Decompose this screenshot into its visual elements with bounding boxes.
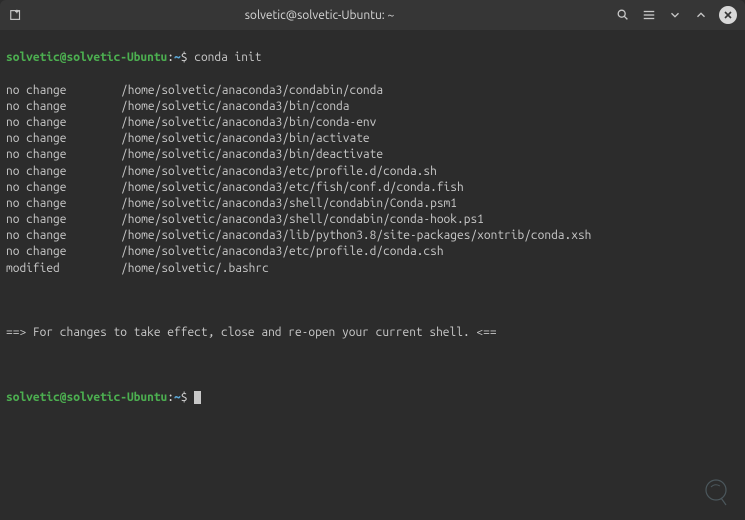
path-text: /home/solvetic/anaconda3/condabin/conda (121, 84, 383, 97)
status-text: modified (6, 261, 121, 277)
maximize-icon[interactable] (693, 7, 709, 23)
status-text: no change (6, 244, 121, 260)
menu-icon[interactable] (641, 7, 657, 23)
status-text: no change (6, 131, 121, 147)
output-line: no change/home/solvetic/anaconda3/etc/fi… (6, 180, 739, 196)
path-text: /home/solvetic/anaconda3/bin/conda (121, 100, 349, 113)
cursor (194, 391, 201, 404)
titlebar: solvetic@solvetic-Ubuntu: ~ (0, 0, 745, 30)
status-text: no change (6, 212, 121, 228)
output-line: no change/home/solvetic/anaconda3/shell/… (6, 212, 739, 228)
output-line: modified/home/solvetic/.bashrc (6, 261, 739, 277)
prompt-path: ~ (174, 391, 181, 404)
status-text: no change (6, 83, 121, 99)
path-text: /home/solvetic/anaconda3/lib/python3.8/s… (121, 229, 591, 242)
message-line: ==> For changes to take effect, close an… (6, 325, 739, 341)
blank-line (6, 358, 739, 374)
blank-line (6, 293, 739, 309)
prompt-user: solvetic@solvetic-Ubuntu (6, 391, 167, 404)
watermark-icon (701, 477, 731, 510)
output-line: no change/home/solvetic/anaconda3/bin/de… (6, 147, 739, 163)
status-text: no change (6, 164, 121, 180)
prompt-sep1: : (167, 51, 174, 64)
status-text: no change (6, 180, 121, 196)
status-text: no change (6, 147, 121, 163)
output-line: no change/home/solvetic/anaconda3/etc/pr… (6, 244, 739, 260)
path-text: /home/solvetic/anaconda3/bin/activate (121, 132, 370, 145)
status-text: no change (6, 99, 121, 115)
output-line: no change/home/solvetic/anaconda3/condab… (6, 83, 739, 99)
search-icon[interactable] (615, 7, 631, 23)
terminal-output[interactable]: solvetic@solvetic-Ubuntu:~$ conda init n… (0, 30, 745, 427)
path-text: /home/solvetic/anaconda3/bin/deactivate (121, 148, 383, 161)
prompt-path: ~ (174, 51, 181, 64)
close-icon[interactable] (719, 6, 737, 24)
minimize-icon[interactable] (667, 7, 683, 23)
status-text: no change (6, 196, 121, 212)
prompt-line: solvetic@solvetic-Ubuntu:~$ conda init (6, 50, 739, 66)
path-text: /home/solvetic/anaconda3/shell/condabin/… (121, 197, 457, 210)
path-text: /home/solvetic/anaconda3/etc/fish/conf.d… (121, 181, 464, 194)
path-text: /home/solvetic/anaconda3/etc/profile.d/c… (121, 165, 437, 178)
prompt-line-2: solvetic@solvetic-Ubuntu:~$ (6, 390, 739, 406)
window-title: solvetic@solvetic-Ubuntu: ~ (24, 9, 615, 22)
titlebar-right (615, 6, 737, 24)
output-line: no change/home/solvetic/anaconda3/lib/py… (6, 228, 739, 244)
new-tab-icon[interactable] (8, 7, 24, 23)
output-line: no change/home/solvetic/anaconda3/bin/co… (6, 99, 739, 115)
path-text: /home/solvetic/anaconda3/bin/conda-env (121, 116, 376, 129)
status-text: no change (6, 228, 121, 244)
prompt-sep2: $ (181, 51, 188, 64)
status-text: no change (6, 115, 121, 131)
output-line: no change/home/solvetic/anaconda3/shell/… (6, 196, 739, 212)
output-line: no change/home/solvetic/anaconda3/bin/ac… (6, 131, 739, 147)
titlebar-left (8, 7, 24, 23)
path-text: /home/solvetic/.bashrc (121, 262, 269, 275)
output-line: no change/home/solvetic/anaconda3/bin/co… (6, 115, 739, 131)
path-text: /home/solvetic/anaconda3/shell/condabin/… (121, 213, 484, 226)
prompt-sep2: $ (181, 391, 188, 404)
prompt-user: solvetic@solvetic-Ubuntu (6, 51, 167, 64)
output-line: no change/home/solvetic/anaconda3/etc/pr… (6, 164, 739, 180)
path-text: /home/solvetic/anaconda3/etc/profile.d/c… (121, 245, 444, 258)
output-lines: no change/home/solvetic/anaconda3/condab… (6, 83, 739, 277)
prompt-sep1: : (167, 391, 174, 404)
command-text: conda init (194, 51, 261, 64)
